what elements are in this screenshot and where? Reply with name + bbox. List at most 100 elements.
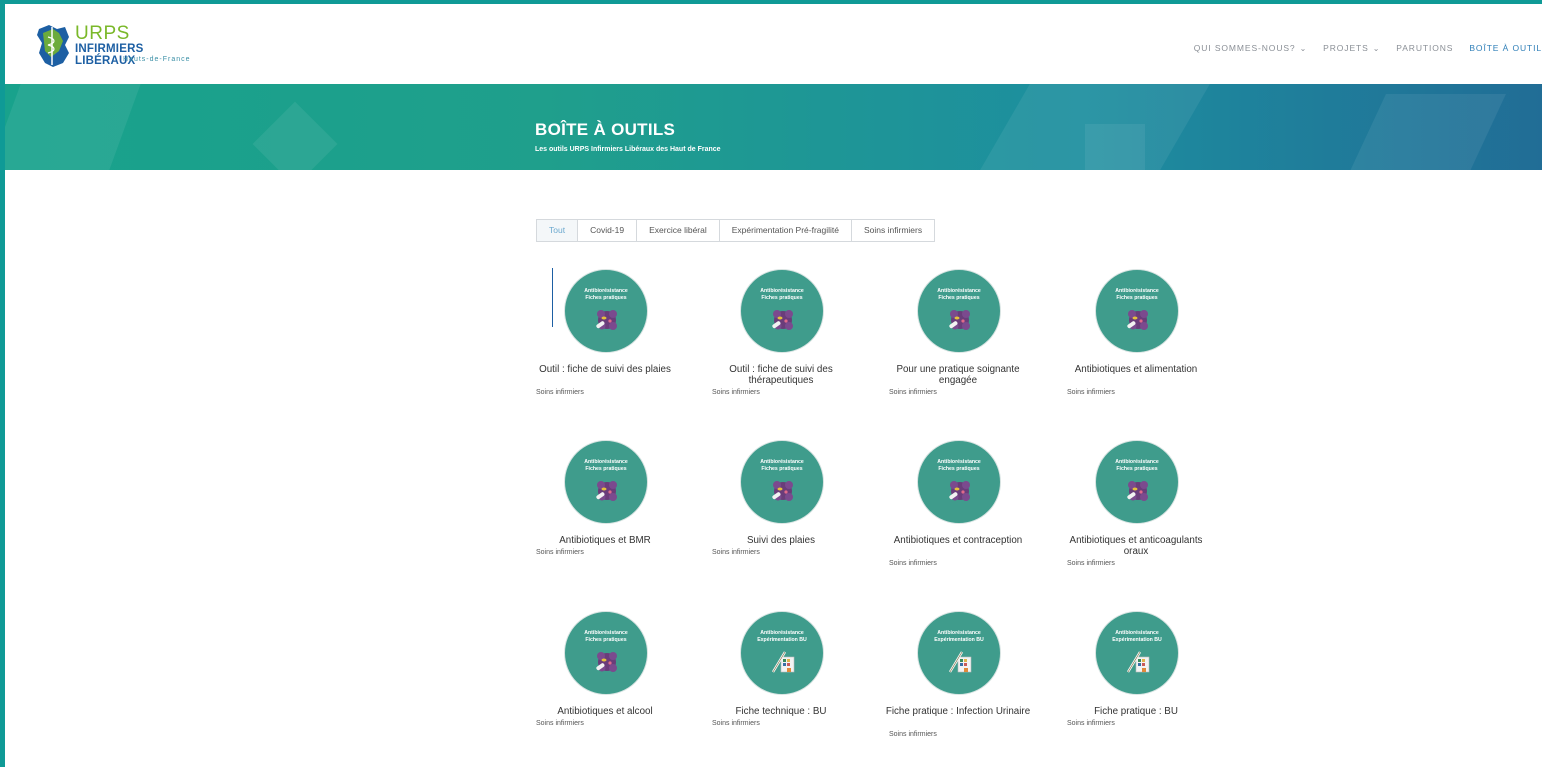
main-nav: QUI SOMMES-NOUS? ⌄ PROJETS ⌄ PARUTIONS BOÎ… — [1194, 43, 1542, 53]
tool-thumbnail[interactable]: Antibiorésistance Fiches pratiques — [1095, 269, 1179, 353]
tool-thumbnail[interactable]: Antibiorésistance Fiches pratiques — [740, 269, 824, 353]
logo-text-infirmiers: INFIRMIERS LIBÉRAUX — [75, 43, 144, 67]
bacteria-icon — [1127, 481, 1148, 501]
tool-thumbnail[interactable]: Antibiorésistance Fiches pratiques — [564, 611, 648, 695]
thumbnail-heading: Antibiorésistance — [584, 459, 628, 465]
tool-thumbnail[interactable]: Antibiorésistance Expérimentation BU — [917, 611, 1001, 695]
logo-text-region: Hauts-de-France — [123, 56, 191, 63]
tool-category: Soins infirmiers — [712, 720, 760, 727]
filter-exercice-liberal[interactable]: Exercice libéral — [637, 220, 720, 241]
site-logo[interactable]: URPS INFIRMIERS LIBÉRAUX Hauts-de-France — [35, 23, 205, 71]
thumbnail-subheading: Fiches pratiques — [761, 466, 803, 472]
thumbnail-heading: Antibiorésistance — [1115, 630, 1159, 636]
thumbnail-heading: Antibiorésistance — [584, 288, 628, 294]
tool-title[interactable]: Antibiotiques et contraception — [883, 535, 1033, 546]
tool-title[interactable]: Outil : fiche de suivi des plaies — [530, 364, 680, 375]
tool-thumbnail[interactable]: Antibiorésistance Expérimentation BU — [740, 611, 824, 695]
logo-text-urps: URPS — [75, 23, 130, 44]
filter-soins-infirmiers[interactable]: Soins infirmiers — [852, 220, 935, 241]
thumbnail-subheading: Fiches pratiques — [938, 295, 980, 301]
bacteria-icon — [949, 310, 970, 330]
hero-banner: BOÎTE À OUTILS Les outils URPS Infirmier… — [5, 84, 1542, 170]
thumbnail-subheading: Fiches pratiques — [1116, 466, 1158, 472]
bacteria-icon — [772, 481, 793, 501]
filter-covid-19[interactable]: Covid-19 — [578, 220, 638, 241]
tool-card[interactable]: Antibiorésistance Expérimentation BU Fiche… — [1067, 611, 1239, 761]
nav-parutions[interactable]: PARUTIONS — [1396, 43, 1453, 53]
tool-title[interactable]: Antibiotiques et BMR — [530, 535, 680, 546]
tool-card[interactable]: Antibiorésistance Fiches pratiques Outil :… — [712, 269, 884, 419]
bacteria-icon — [596, 652, 617, 672]
tool-thumbnail[interactable]: Antibiorésistance Fiches pratiques — [740, 440, 824, 524]
page-frame: URPS INFIRMIERS LIBÉRAUX Hauts-de-France… — [5, 4, 1542, 767]
thumbnail-heading: Antibiorésistance — [937, 288, 981, 294]
tool-card[interactable]: Antibiorésistance Fiches pratiques Antibio… — [1067, 440, 1239, 590]
page-subtitle: Les outils URPS Infirmiers Libéraux des … — [535, 146, 721, 153]
bacteria-icon — [596, 310, 617, 330]
hero-decor — [1085, 124, 1145, 170]
tool-card[interactable]: Antibiorésistance Fiches pratiques Antibio… — [889, 440, 1061, 590]
tool-category: Soins infirmiers — [712, 389, 760, 396]
tool-title[interactable]: Antibiotiques et anticoagulants oraux — [1061, 535, 1211, 557]
tool-thumbnail[interactable]: Antibiorésistance Fiches pratiques — [917, 269, 1001, 353]
bacteria-icon — [1127, 310, 1148, 330]
tool-category: Soins infirmiers — [889, 560, 937, 567]
page-title: BOÎTE À OUTILS — [535, 120, 676, 139]
nav-label: PARUTIONS — [1396, 43, 1454, 53]
thumbnail-subheading: Expérimentation BU — [1112, 637, 1162, 643]
tool-card[interactable]: Antibiorésistance Expérimentation BU Fiche… — [712, 611, 884, 761]
tool-category: Soins infirmiers — [889, 389, 937, 396]
logo-map-icon — [37, 25, 69, 67]
tool-thumbnail[interactable]: Antibiorésistance Fiches pratiques — [917, 440, 1001, 524]
thumbnail-heading: Antibiorésistance — [937, 630, 981, 636]
tool-thumbnail[interactable]: Antibiorésistance Fiches pratiques — [564, 440, 648, 524]
bacteria-icon — [949, 481, 970, 501]
bacteria-icon — [596, 481, 617, 501]
nav-boite-a-outil[interactable]: BOÎTE À OUTIL — [1469, 43, 1542, 53]
thumbnail-subheading: Fiches pratiques — [585, 295, 627, 301]
tool-category: Soins infirmiers — [1067, 560, 1115, 567]
nav-projets[interactable]: PROJETS ⌄ — [1323, 43, 1380, 53]
tool-card[interactable]: Antibiorésistance Fiches pratiques Antibio… — [536, 611, 708, 761]
urine-test-icon — [771, 651, 795, 673]
tool-category: Soins infirmiers — [1067, 720, 1115, 727]
chevron-down-icon: ⌄ — [1299, 43, 1308, 53]
thumbnail-subheading: Fiches pratiques — [585, 637, 627, 643]
tool-title[interactable]: Antibiotiques et alcool — [530, 706, 680, 717]
filter-tout[interactable]: Tout — [537, 220, 579, 241]
thumbnail-heading: Antibiorésistance — [1115, 288, 1159, 294]
nav-label: BOÎTE À OUTIL — [1469, 43, 1542, 53]
nav-qui-sommes-nous[interactable]: QUI SOMMES-NOUS? ⌄ — [1194, 43, 1307, 53]
tool-category: Soins infirmiers — [536, 389, 584, 396]
site-header: URPS INFIRMIERS LIBÉRAUX Hauts-de-France… — [5, 4, 1542, 84]
nav-label: PROJETS — [1323, 43, 1369, 53]
tool-title[interactable]: Antibiotiques et alimentation — [1061, 364, 1211, 375]
tool-card[interactable]: Antibiorésistance Fiches pratiques Antibio… — [536, 440, 708, 590]
bacteria-icon — [772, 310, 793, 330]
hero-decor — [1344, 94, 1506, 170]
tool-card[interactable]: Antibiorésistance Fiches pratiques Pour un… — [889, 269, 1061, 419]
tool-card[interactable]: Antibiorésistance Fiches pratiques Suivi d… — [712, 440, 884, 590]
tool-card[interactable]: Antibiorésistance Fiches pratiques Antibio… — [1067, 269, 1239, 419]
tool-title[interactable]: Fiche pratique : Infection Urinaire — [883, 706, 1033, 717]
tool-title[interactable]: Fiche technique : BU — [706, 706, 856, 717]
filter-experimentation-pre-fragilite[interactable]: Expérimentation Pré-fragilité — [719, 220, 852, 241]
tool-thumbnail[interactable]: Antibiorésistance Expérimentation BU — [1095, 611, 1179, 695]
tool-card[interactable]: Antibiorésistance Expérimentation BU Fiche… — [886, 611, 1061, 761]
tool-title[interactable]: Pour une pratique soignante engagée — [883, 364, 1033, 386]
nav-label: QUI SOMMES-NOUS? — [1193, 43, 1296, 53]
thumbnail-subheading: Expérimentation BU — [934, 637, 984, 643]
tool-thumbnail[interactable]: Antibiorésistance Fiches pratiques — [564, 269, 648, 353]
thumbnail-heading: Antibiorésistance — [760, 459, 804, 465]
tool-thumbnail[interactable]: Antibiorésistance Fiches pratiques — [1095, 440, 1179, 524]
tool-title[interactable]: Suivi des plaies — [706, 535, 856, 546]
thumbnail-heading: Antibiorésistance — [584, 630, 628, 636]
tool-category: Soins infirmiers — [536, 720, 584, 727]
hero-decor — [5, 84, 141, 170]
thumbnail-subheading: Fiches pratiques — [1116, 295, 1158, 301]
tool-card[interactable]: Antibiorésistance Fiches pratiques Outil :… — [536, 269, 708, 419]
thumbnail-heading: Antibiorésistance — [760, 288, 804, 294]
tool-category: Soins infirmiers — [712, 549, 760, 556]
tool-title[interactable]: Fiche pratique : BU — [1061, 706, 1211, 717]
tool-title[interactable]: Outil : fiche de suivi des thérapeutique… — [706, 364, 856, 386]
